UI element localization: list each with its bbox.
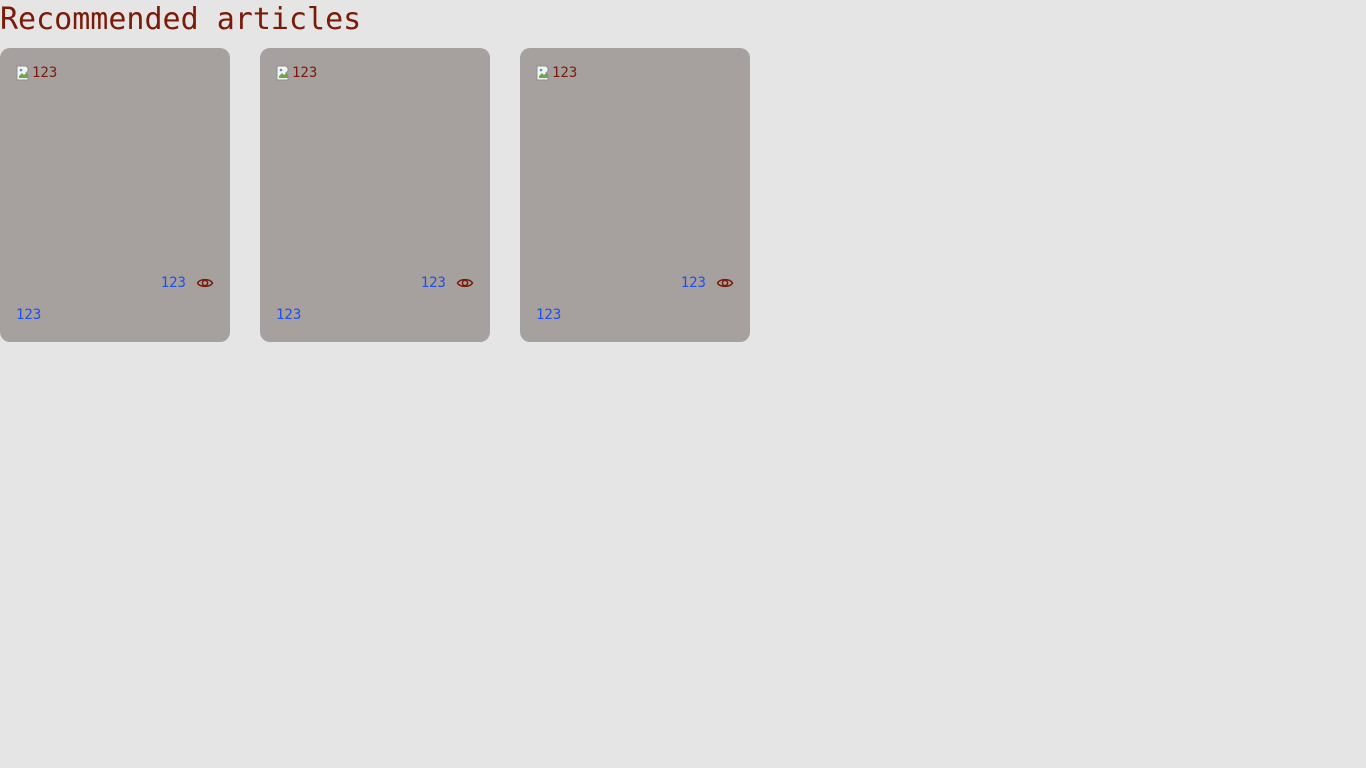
article-title-link[interactable]: 123 (536, 306, 561, 324)
views-count: 123 (420, 275, 446, 291)
eye-icon (716, 274, 734, 292)
broken-image-icon (16, 65, 32, 81)
eye-icon (196, 274, 214, 292)
article-image[interactable]: 123 (536, 64, 577, 82)
article-title-link[interactable]: 123 (276, 306, 301, 324)
page-title: Recommended articles (0, 2, 362, 37)
article-meta: 123 (161, 274, 214, 292)
views-count: 123 (680, 275, 706, 291)
broken-image-icon (276, 65, 292, 81)
broken-image-icon (536, 65, 552, 81)
article-card[interactable]: 123 123 123 (0, 48, 230, 342)
article-meta: 123 (421, 274, 474, 292)
article-image[interactable]: 123 (276, 64, 317, 82)
article-card[interactable]: 123 123 123 (260, 48, 490, 342)
article-meta: 123 (681, 274, 734, 292)
article-title-link[interactable]: 123 (16, 306, 41, 324)
articles-list: 123 123 123 123 123 123 123 123 123 (0, 48, 1366, 342)
article-card[interactable]: 123 123 123 (520, 48, 750, 342)
article-image[interactable]: 123 (16, 64, 57, 82)
eye-icon (456, 274, 474, 292)
views-count: 123 (160, 275, 186, 291)
